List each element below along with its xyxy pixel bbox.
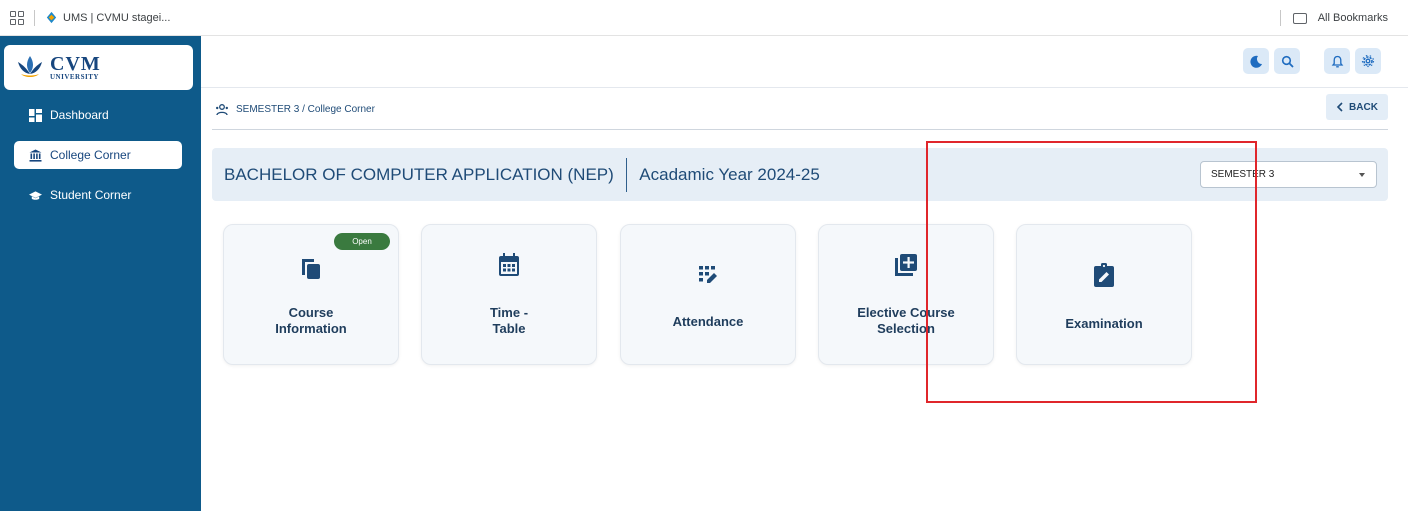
all-bookmarks-button[interactable]: All Bookmarks <box>1292 12 1388 24</box>
card-label: Course <box>288 305 334 320</box>
search-button[interactable] <box>1274 48 1300 74</box>
sidebar-item-label: Student Corner <box>50 188 132 202</box>
card-label-line2: Information <box>275 321 347 336</box>
notifications-button[interactable] <box>1324 48 1350 74</box>
search-icon <box>1281 55 1294 68</box>
university-logo[interactable]: CVM UNIVERSITY <box>4 45 193 90</box>
graduation-cap-icon <box>29 189 42 202</box>
sidebar-item-student-corner[interactable]: Student Corner <box>14 181 182 209</box>
highlight-box <box>926 141 1257 403</box>
logo-main-text: CVM <box>50 53 101 75</box>
chevron-left-icon <box>1336 102 1343 112</box>
bell-icon <box>1331 55 1343 67</box>
logo-sub-text: UNIVERSITY <box>50 73 99 81</box>
card-attendance[interactable]: Attendance <box>620 224 796 365</box>
program-name: BACHELOR OF COMPUTER APPLICATION (NEP) <box>224 164 614 184</box>
card-label-line2: Table <box>492 321 526 336</box>
breadcrumb-row: SEMESTER 3 / College Corner BACK <box>212 90 1388 130</box>
bookmark-ums-label: UMS | CVMU stagei... <box>63 11 171 24</box>
calendar-icon <box>422 253 596 277</box>
bookmarks-bar: UMS | CVMU stagei... All Bookmarks <box>0 0 1408 36</box>
card-time-table[interactable]: Time - Table <box>421 224 597 365</box>
copy-icon <box>224 257 398 281</box>
program-divider <box>625 157 628 192</box>
settings-button[interactable] <box>1355 48 1381 74</box>
sidebar-item-dashboard[interactable]: Dashboard <box>14 101 182 129</box>
all-bookmarks-label: All Bookmarks <box>1317 12 1388 24</box>
sidebar: CVM UNIVERSITY Dashboard College Corner … <box>0 36 201 511</box>
back-button-label: BACK <box>1349 101 1378 113</box>
sidebar-item-label: Dashboard <box>50 108 109 122</box>
bookmark-separator <box>34 9 35 26</box>
dashboard-icon <box>29 108 42 122</box>
open-badge: Open <box>334 233 390 250</box>
bookmark-ums[interactable]: UMS | CVMU stagei... <box>45 11 170 24</box>
academic-year: Acadamic Year 2024-25 <box>639 164 820 184</box>
site-favicon-icon <box>46 11 57 24</box>
card-label: Attendance <box>672 314 744 329</box>
bank-icon <box>29 149 42 162</box>
bookmark-separator-right <box>1279 10 1281 26</box>
card-course-information[interactable]: Open Course Information <box>223 224 399 365</box>
chevron-down-icon <box>1359 173 1365 177</box>
back-button[interactable]: BACK <box>1326 94 1388 120</box>
lotus-logo-icon <box>18 55 42 77</box>
breadcrumb-text: SEMESTER 3 / College Corner <box>236 104 375 115</box>
breadcrumb: SEMESTER 3 / College Corner <box>215 103 375 117</box>
sidebar-item-college-corner[interactable]: College Corner <box>14 141 182 169</box>
sidebar-item-label: College Corner <box>50 148 131 162</box>
theme-toggle-button[interactable] <box>1243 48 1269 74</box>
gear-icon <box>1361 54 1375 68</box>
edit-grid-icon <box>621 265 795 285</box>
card-label: Time - <box>489 305 529 320</box>
user-group-icon <box>216 103 228 115</box>
apps-grid-icon[interactable] <box>10 10 24 25</box>
folder-icon <box>1292 12 1307 24</box>
moon-icon <box>1249 55 1262 68</box>
top-header <box>201 36 1408 88</box>
